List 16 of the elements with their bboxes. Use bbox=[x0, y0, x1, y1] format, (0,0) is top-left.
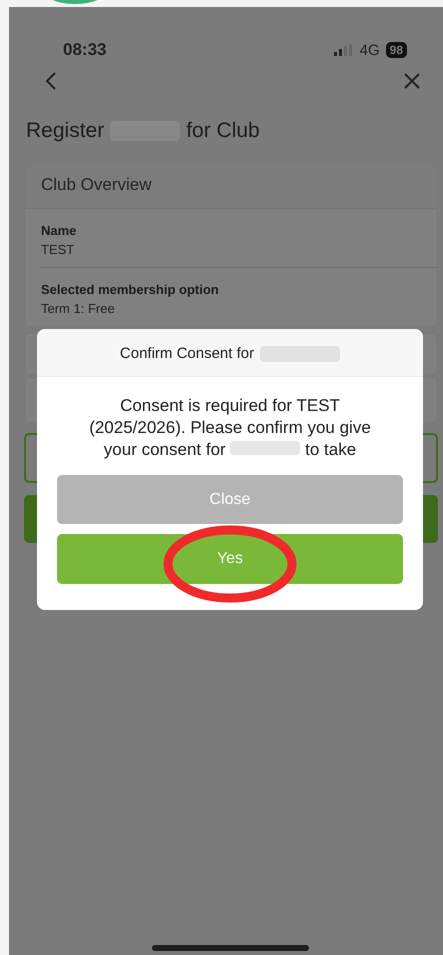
status-time: 08:33 bbox=[63, 40, 106, 60]
dialog-message: Consent is required for TEST (2025/2026). Please confirm you give your consent for to take bbox=[88, 395, 372, 461]
field-label: Selected membership option bbox=[41, 282, 220, 297]
battery-level: 98 bbox=[386, 42, 407, 58]
field-label: Name bbox=[41, 223, 78, 238]
close-icon[interactable] bbox=[403, 72, 421, 90]
yes-button[interactable]: Yes bbox=[57, 534, 403, 584]
page-title: Register bbox=[26, 119, 104, 143]
field-value: Term 1: Free bbox=[41, 301, 116, 316]
signal-icon bbox=[334, 44, 354, 56]
card-heading: Club Overview bbox=[25, 162, 437, 209]
back-icon[interactable] bbox=[45, 71, 57, 91]
dialog-title: Confirm Consent for bbox=[120, 345, 254, 362]
field-value: TEST bbox=[41, 242, 76, 257]
page-title: for Club bbox=[186, 119, 260, 143]
network-label: 4G bbox=[360, 42, 380, 58]
